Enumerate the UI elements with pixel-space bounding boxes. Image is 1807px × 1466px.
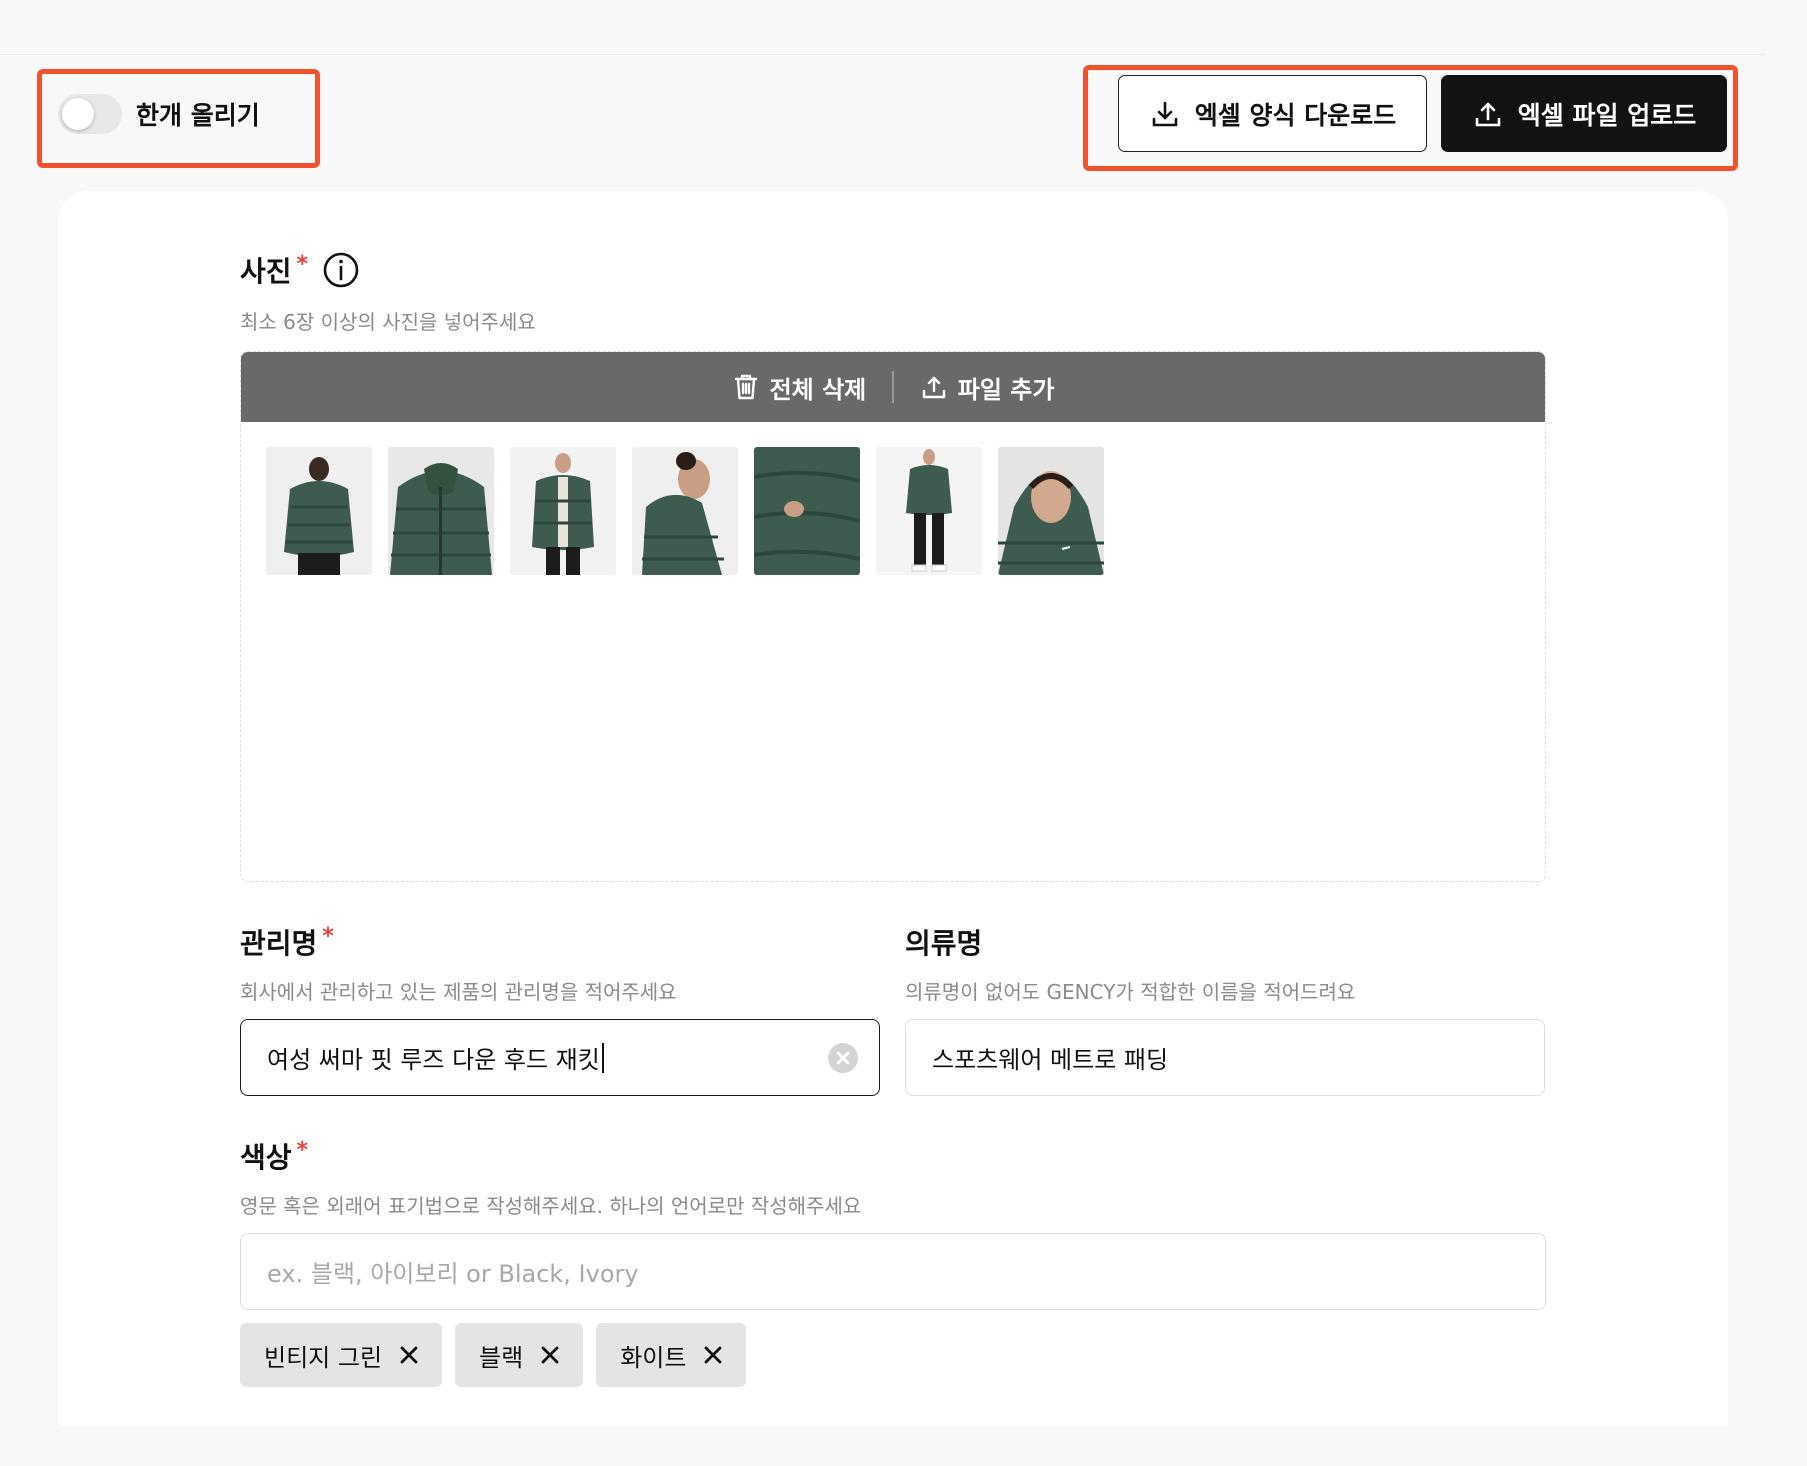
photo-sleeve-detail-image: [754, 447, 860, 575]
photo-back-view-image: [266, 447, 372, 575]
delete-all-label: 전체 삭제: [769, 375, 867, 404]
color-hint: 영문 혹은 외래어 표기법으로 작성해주세요. 하나의 언어로만 작성해주세요: [240, 1194, 862, 1218]
photo-thumbnail[interactable]: [632, 447, 738, 575]
photo-side-hood-image: [632, 447, 738, 575]
add-file-label: 파일 추가: [957, 375, 1055, 404]
management-name-section-title: 관리명 *: [240, 922, 334, 962]
photo-thumbnail[interactable]: [388, 447, 494, 575]
color-chip-label: 빈티지 그린: [264, 1343, 383, 1372]
toggle-knob: [62, 98, 94, 130]
required-mark: *: [296, 1137, 309, 1163]
clothing-name-section-title: 의류명: [905, 922, 982, 962]
photo-thumbnail[interactable]: [510, 447, 616, 575]
close-icon[interactable]: [539, 1344, 561, 1366]
close-icon[interactable]: [398, 1344, 420, 1366]
color-chip-label: 화이트: [620, 1343, 687, 1372]
color-section-title: 색상 *: [240, 1136, 308, 1176]
excel-template-download-button[interactable]: 엑셀 양식 다운로드: [1118, 75, 1427, 152]
required-mark: *: [322, 923, 334, 949]
photo-full-body-image: [876, 447, 982, 575]
photos-hint: 최소 6장 이상의 사진을 넣어주세요: [240, 310, 536, 334]
clothing-name-title: 의류명: [905, 927, 983, 960]
clothing-name-input[interactable]: 스포츠웨어 메트로 패딩: [905, 1019, 1545, 1096]
photo-full-front-image: [510, 447, 616, 575]
excel-file-upload-button[interactable]: 엑셀 파일 업로드: [1441, 75, 1727, 152]
color-chips: 빈티지 그린 블랙 화이트: [240, 1323, 747, 1387]
management-name-input[interactable]: 여성 써마 핏 루즈 다운 후드 재킷: [240, 1019, 880, 1096]
required-mark: *: [296, 251, 309, 277]
clear-icon[interactable]: [827, 1042, 859, 1074]
photo-thumbnail[interactable]: [266, 447, 372, 575]
photo-thumbnail[interactable]: [998, 447, 1104, 575]
single-upload-toggle-row: 한개 올리기: [58, 94, 260, 134]
photo-upload-area[interactable]: 전체 삭제 파일 추가: [240, 351, 1546, 882]
color-chip: 빈티지 그린: [240, 1323, 443, 1387]
top-divider: [0, 54, 1766, 55]
photo-thumbnail[interactable]: [876, 447, 982, 575]
upload-button-label: 엑셀 파일 업로드: [1517, 100, 1697, 130]
text-caret: [601, 1042, 604, 1073]
color-chip: 화이트: [596, 1323, 747, 1387]
upload-icon: [1475, 102, 1501, 126]
management-name-title: 관리명: [240, 927, 318, 960]
color-chip: 블랙: [455, 1323, 584, 1387]
clothing-name-value: 스포츠웨어 메트로 패딩: [932, 1046, 1169, 1074]
toggle-label: 한개 올리기: [136, 101, 260, 130]
color-input-placeholder: ex. 블랙, 아이보리 or Black, Ivory: [267, 1260, 639, 1288]
trash-icon: [734, 374, 757, 400]
photo-face-closeup-image: [998, 447, 1104, 575]
photos-section-title: 사진 *: [240, 250, 360, 290]
download-icon: [1152, 101, 1178, 126]
photos-title: 사진: [240, 255, 292, 288]
photo-toolbar: 전체 삭제 파일 추가: [241, 352, 1545, 422]
info-icon[interactable]: [322, 251, 360, 289]
close-icon[interactable]: [702, 1344, 724, 1366]
photo-thumbnails: [266, 447, 1104, 575]
photo-front-jacket-image: [388, 447, 494, 575]
color-input[interactable]: ex. 블랙, 아이보리 or Black, Ivory: [240, 1233, 1546, 1310]
add-file-button[interactable]: 파일 추가: [894, 370, 1081, 405]
color-title: 색상: [240, 1141, 292, 1174]
upload-icon: [922, 376, 945, 399]
delete-all-button[interactable]: 전체 삭제: [706, 370, 893, 405]
management-name-value: 여성 써마 핏 루즈 다운 후드 재킷: [267, 1046, 600, 1074]
single-upload-toggle[interactable]: [58, 94, 122, 134]
clothing-name-hint: 의류명이 없어도 GENCY가 적합한 이름을 적어드려요: [905, 980, 1356, 1004]
management-name-hint: 회사에서 관리하고 있는 제품의 관리명을 적어주세요: [240, 980, 677, 1004]
color-chip-label: 블랙: [479, 1343, 524, 1372]
download-button-label: 엑셀 양식 다운로드: [1194, 100, 1397, 130]
photo-thumbnail[interactable]: [754, 447, 860, 575]
